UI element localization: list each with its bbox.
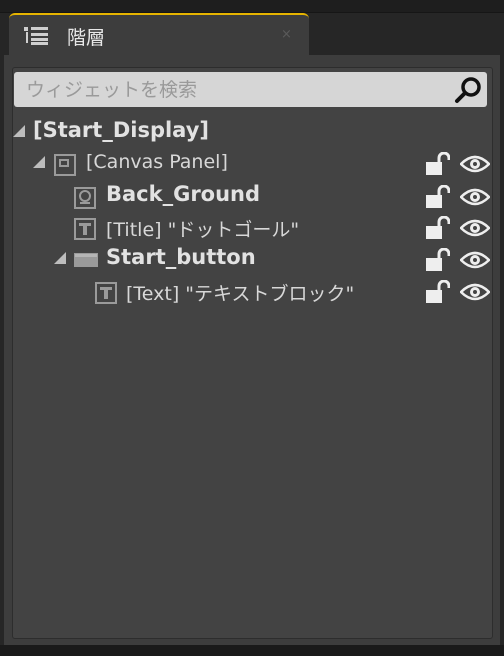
tree-label: [Text] "テキストブロック" <box>126 283 355 305</box>
window-top-bar <box>0 0 504 13</box>
search-icon[interactable] <box>453 74 485 105</box>
tree-row-start-button[interactable]: Start_button <box>0 244 504 274</box>
close-icon[interactable]: × <box>281 27 292 42</box>
tree-label: [Title] "ドットゴール" <box>106 219 300 241</box>
tree-label: [Canvas Panel] <box>86 151 228 173</box>
tree-label: Start_button <box>106 245 256 269</box>
search-input[interactable] <box>14 72 444 107</box>
tree-row-canvas-panel[interactable]: [Canvas Panel] <box>0 148 504 178</box>
unlock-icon[interactable] <box>424 280 450 304</box>
tree-label: [Start_Display] <box>33 118 209 142</box>
expand-arrow-icon[interactable] <box>54 252 66 264</box>
visibility-eye-icon[interactable] <box>460 154 490 174</box>
hierarchy-icon <box>24 27 48 45</box>
text-widget-icon <box>95 282 117 304</box>
tree-row-title[interactable]: [Title] "ドットゴール" <box>0 212 504 242</box>
tab-title: 階層 <box>67 27 106 49</box>
tree-row-text[interactable]: [Text] "テキストブロック" <box>0 276 504 306</box>
search-box <box>14 72 487 107</box>
visibility-eye-icon[interactable] <box>460 282 490 302</box>
canvas-panel-icon <box>54 154 76 176</box>
unlock-icon[interactable] <box>424 185 450 209</box>
unlock-icon[interactable] <box>424 152 450 176</box>
unlock-icon[interactable] <box>424 248 450 272</box>
text-widget-icon <box>74 218 96 240</box>
window-bottom-bar <box>0 645 504 656</box>
expand-arrow-icon[interactable] <box>33 156 45 168</box>
tree-row-start-display[interactable]: [Start_Display] <box>0 117 504 147</box>
tab-hierarchy[interactable]: 階層 × <box>9 13 309 55</box>
visibility-eye-icon[interactable] <box>460 218 490 238</box>
unlock-icon[interactable] <box>424 216 450 240</box>
button-widget-icon <box>74 253 98 267</box>
visibility-eye-icon[interactable] <box>460 187 490 207</box>
image-widget-icon <box>74 187 96 209</box>
visibility-eye-icon[interactable] <box>460 250 490 270</box>
tree-row-back-ground[interactable]: Back_Ground <box>0 181 504 211</box>
expand-arrow-icon[interactable] <box>13 125 25 137</box>
tree-label: Back_Ground <box>106 182 261 206</box>
